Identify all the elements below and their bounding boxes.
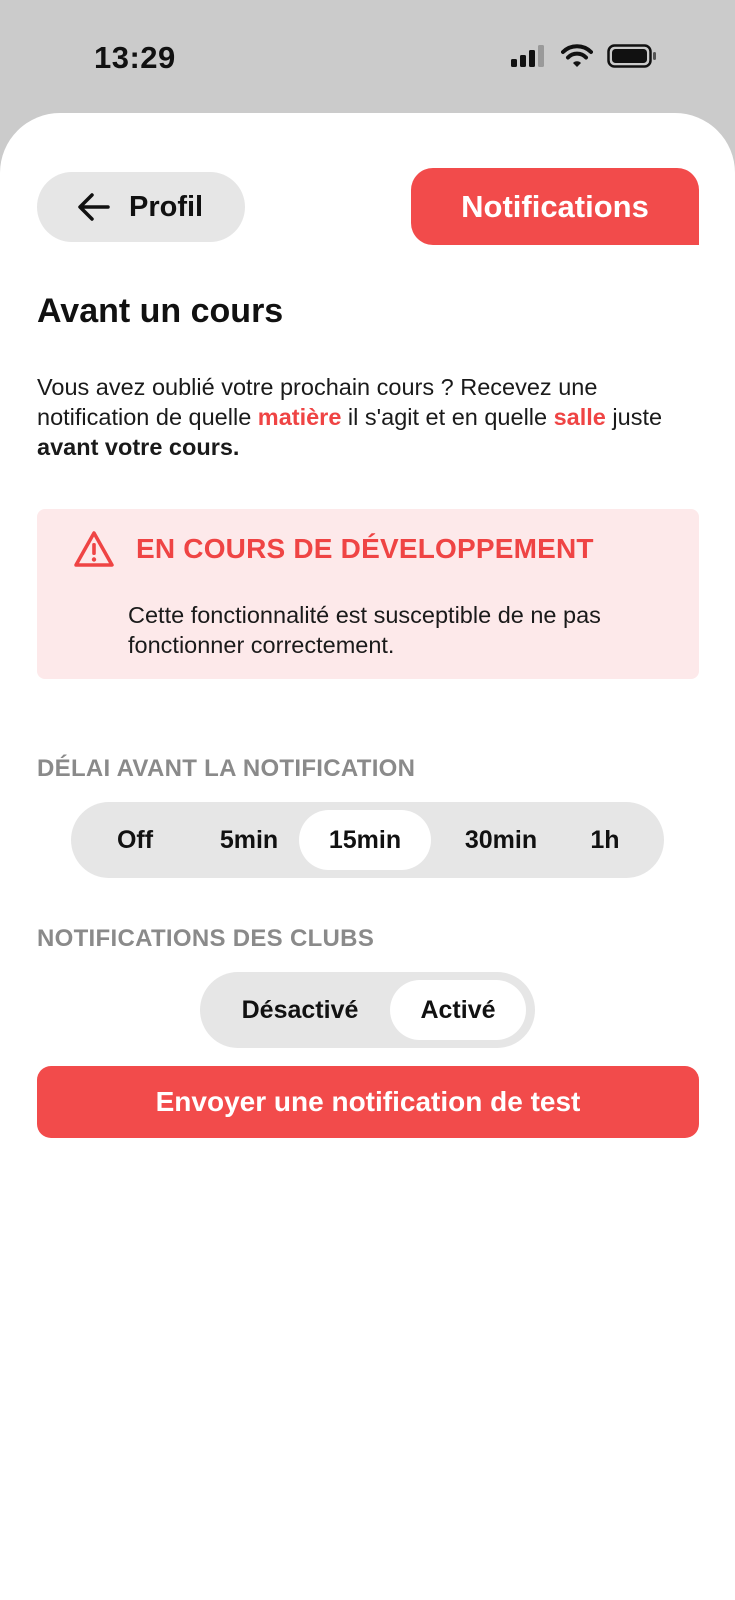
clubs-segmented-control: Désactivé Activé — [200, 972, 535, 1048]
send-test-notification-label: Envoyer une notification de test — [155, 1086, 581, 1117]
status-icons — [511, 44, 657, 68]
tab-notifications[interactable]: Notifications — [411, 168, 699, 245]
clubs-caption: NOTIFICATIONS DES CLUBS — [37, 925, 375, 952]
back-to-profile-button[interactable]: Profil — [37, 172, 245, 242]
delay-option-15min[interactable]: 15min — [299, 810, 431, 870]
wifi-icon — [561, 44, 593, 67]
delay-option-1h[interactable]: 1h — [565, 810, 645, 870]
warning-triangle-icon — [74, 531, 114, 567]
signal-icon — [511, 45, 544, 67]
development-warning: EN COURS DE DÉVELOPPEMENT Cette fonction… — [37, 509, 699, 679]
delay-option-5min[interactable]: 5min — [189, 810, 309, 870]
tab-notifications-label: Notifications — [461, 188, 649, 224]
status-bar: 13:29 — [0, 0, 735, 120]
description-bold: avant votre cours. — [37, 434, 240, 460]
warning-text: Cette fonctionnalité est susceptible de … — [128, 602, 601, 658]
back-button-label: Profil — [129, 190, 204, 223]
clubs-option-enabled[interactable]: Activé — [390, 980, 526, 1040]
section-description: Vous avez oublié votre prochain cours ? … — [37, 372, 702, 462]
clubs-option-disabled[interactable]: Désactivé — [212, 980, 388, 1040]
description-highlight-subject: matière — [257, 404, 342, 430]
arrow-left-icon — [78, 193, 110, 221]
description-text-2: il s'agit et en quelle — [341, 404, 554, 430]
warning-title: EN COURS DE DÉVELOPPEMENT — [136, 533, 594, 564]
section-title: Avant un cours — [37, 292, 284, 330]
delay-option-off[interactable]: Off — [87, 810, 183, 870]
send-test-notification-button[interactable]: Envoyer une notification de test — [37, 1066, 699, 1138]
delay-segmented-control: Off 5min 15min 30min 1h — [71, 802, 664, 878]
description-text-3: juste — [605, 404, 663, 430]
status-time: 13:29 — [94, 40, 176, 75]
delay-caption: DÉLAI AVANT LA NOTIFICATION — [37, 755, 416, 782]
description-highlight-room: salle — [553, 404, 606, 430]
battery-icon — [607, 44, 656, 68]
delay-option-30min[interactable]: 30min — [435, 810, 567, 870]
